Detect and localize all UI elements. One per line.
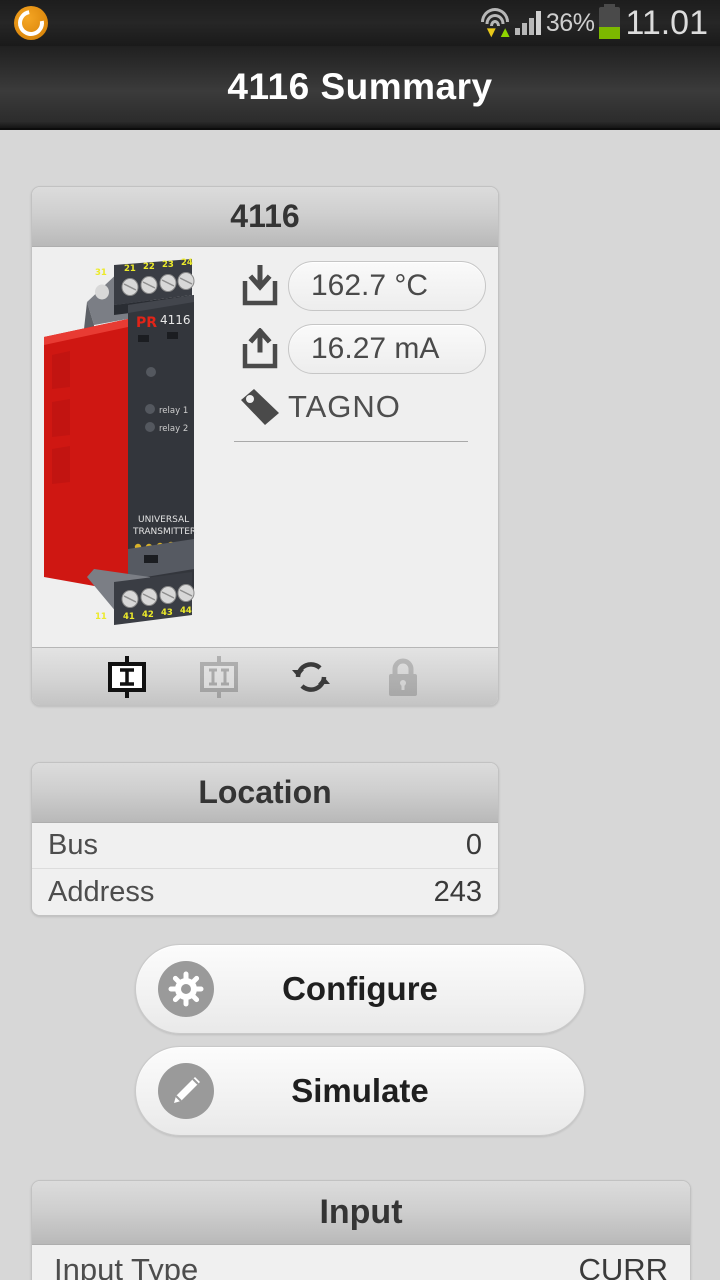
configure-button[interactable]: Configure: [135, 944, 585, 1034]
row-value: 0: [465, 829, 482, 861]
input-card-header: Input: [32, 1181, 690, 1245]
svg-text:42: 42: [142, 610, 154, 620]
device-toolbar: [32, 647, 498, 705]
status-clock: 11.01: [625, 3, 708, 42]
svg-text:PR: PR: [136, 315, 157, 331]
row-key: Bus: [48, 829, 98, 861]
output-value-field[interactable]: 16.27 mA: [288, 324, 486, 374]
svg-text:22: 22: [143, 262, 155, 272]
location-card-header: Location: [32, 763, 498, 823]
device-card-body: 31 21 22 23 24 PR 4116 relay 1 relay 2 U…: [32, 247, 498, 647]
location-card: Location Bus 0 Address 243: [31, 762, 499, 916]
tag-underline: [234, 441, 468, 442]
status-icons: ▼▲ 36% 11.01: [480, 0, 712, 46]
svg-text:31: 31: [95, 268, 107, 278]
dual-channel-icon[interactable]: [193, 654, 245, 700]
scroll-content[interactable]: 4116 31 21 22 23 24 PR 4116 relay 1 rela…: [0, 130, 720, 1280]
row-value: CURR: [578, 1251, 668, 1280]
svg-text:relay 1: relay 1: [159, 406, 188, 416]
svg-text:UNIVERSAL: UNIVERSAL: [138, 515, 189, 525]
tag-icon: [232, 387, 288, 427]
title-bar: 4116 Summary: [0, 46, 720, 130]
svg-text:24: 24: [181, 258, 193, 268]
pencil-icon: [158, 1063, 214, 1119]
page-title: 4116 Summary: [227, 66, 493, 107]
output-upload-icon: [232, 328, 288, 370]
input-card: Input Input Type CURR Current R 4...20 m…: [31, 1180, 691, 1280]
svg-text:TRANSMITTER: TRANSMITTER: [132, 527, 196, 537]
tag-value: TAGNO: [288, 389, 401, 424]
simulate-button[interactable]: Simulate: [135, 1046, 585, 1136]
input-value-text: 162.7 °C: [311, 269, 429, 302]
gear-icon: [158, 961, 214, 1017]
battery-icon: [599, 4, 621, 39]
svg-text:11: 11: [95, 612, 107, 622]
refresh-icon[interactable]: [285, 654, 337, 700]
svg-text:relay 2: relay 2: [159, 424, 188, 434]
input-value-field[interactable]: 162.7 °C: [288, 261, 486, 311]
input-download-icon: [232, 265, 288, 307]
input-reading-row: 162.7 °C: [232, 261, 486, 311]
output-reading-row: 16.27 mA: [232, 324, 486, 374]
device-readings: 162.7 °C 16.27 mA TAGNO: [232, 247, 498, 647]
tag-row[interactable]: TAGNO: [232, 387, 486, 427]
device-model-title: 4116: [230, 198, 300, 234]
lock-icon[interactable]: [377, 654, 429, 700]
cell-signal-icon: [514, 11, 541, 35]
row-value: 243: [433, 875, 482, 908]
row-key: Input Type: [54, 1251, 199, 1280]
svg-text:23: 23: [162, 260, 174, 270]
svg-text:43: 43: [161, 608, 173, 618]
table-row: Input Type CURR: [32, 1245, 690, 1280]
input-title: Input: [319, 1193, 403, 1231]
svg-text:4116: 4116: [160, 313, 191, 327]
wifi-transfer-icon: ▼▲: [480, 6, 513, 40]
location-title: Location: [198, 774, 332, 810]
svg-text:44: 44: [180, 606, 192, 616]
battery-percent: 36%: [545, 8, 595, 37]
svg-text:21: 21: [124, 264, 136, 274]
single-channel-icon[interactable]: [101, 654, 153, 700]
device-image: 31 21 22 23 24 PR 4116 relay 1 relay 2 U…: [32, 247, 232, 647]
output-value-text: 16.27 mA: [311, 332, 440, 365]
device-card: 4116 31 21 22 23 24 PR 4116 relay 1 rela…: [31, 186, 499, 706]
device-card-header: 4116: [32, 187, 498, 247]
status-bar: ▼▲ 36% 11.01: [0, 0, 720, 46]
table-row: Bus 0: [32, 823, 498, 869]
row-key: Address: [48, 875, 155, 908]
svg-text:41: 41: [123, 612, 135, 622]
table-row: Address 243: [32, 869, 498, 915]
app-logo-icon: [14, 6, 48, 40]
